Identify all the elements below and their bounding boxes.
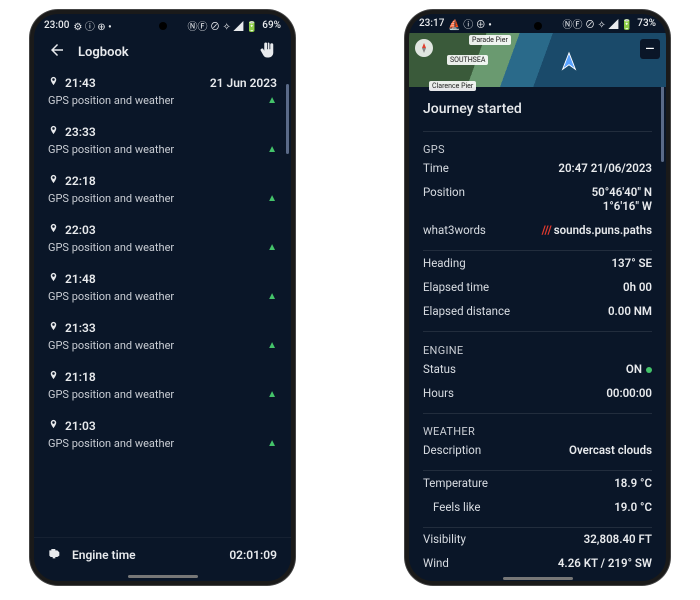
section-header-gps: GPS: [409, 131, 666, 156]
phone-left: 23:00 ⚙ ⓘ ⊕ • ⓃⒻ ⊘ ✧ ◢ 🔋 69% Logbook 21:…: [30, 10, 295, 585]
cloud-sync-icon: ▲: [267, 95, 277, 106]
log-entry[interactable]: 21:03 GPS position and weather ▲: [48, 411, 277, 460]
camera-hole: [534, 22, 542, 30]
status-icons-right: ⓃⒻ ⊘ ✧ ◢ 🔋: [562, 16, 633, 31]
cloud-sync-icon: ▲: [267, 389, 277, 400]
status-battery: 69%: [262, 20, 281, 31]
cloud-sync-icon: ▲: [267, 242, 277, 253]
map-label: Clarence Pier: [429, 81, 476, 91]
cloud-sync-icon: ▲: [267, 291, 277, 302]
entry-time: 21:18: [65, 370, 96, 384]
entry-desc: GPS position and weather: [48, 241, 174, 254]
section-header-engine: ENGINE: [409, 332, 666, 357]
map[interactable]: Parade Pier SOUTHSEA Clarence Pier –: [409, 33, 666, 87]
row-weather-desc: DescriptionOvercast clouds: [409, 438, 666, 462]
footer: Engine time 02:01:09: [34, 537, 291, 571]
status-time: 23:00: [44, 20, 69, 31]
section-header-weather: WEATHER: [409, 413, 666, 438]
status-icons-left: ⚙ ⓘ ⊕ •: [73, 18, 111, 33]
pin-icon: [48, 370, 59, 384]
log-entry[interactable]: 21:48 GPS position and weather ▲: [48, 264, 277, 313]
log-entry[interactable]: 21:43 21 Jun 2023 GPS position and weather…: [48, 68, 277, 117]
section-title: Journey started: [409, 87, 666, 123]
entry-time: 22:03: [65, 223, 96, 237]
log-entry[interactable]: 21:33 GPS position and weather ▲: [48, 313, 277, 362]
pin-icon: [48, 125, 59, 139]
row-temperature: Temperature18.9 °C: [409, 471, 666, 495]
status-dot-icon: [646, 367, 652, 373]
nav-bar[interactable]: [409, 575, 666, 581]
entry-time: 21:03: [65, 419, 96, 433]
cloud-sync-icon: ▲: [267, 144, 277, 155]
phone-right: 23:17 ⛵ ⓘ ⊕ • ⓃⒻ ⊘ ✧ ◢ 🔋 73% Parade Pier…: [405, 10, 670, 585]
row-visibility: Visibility32,808.40 FT: [409, 527, 666, 551]
log-entry[interactable]: 22:03 GPS position and weather ▲: [48, 215, 277, 264]
entry-desc: GPS position and weather: [48, 94, 174, 107]
pin-icon: [48, 272, 59, 286]
entry-desc: GPS position and weather: [48, 192, 174, 205]
location-arrow-icon: [558, 51, 580, 77]
camera-hole: [159, 22, 167, 30]
cloud-sync-icon: ▲: [267, 438, 277, 449]
entry-desc: GPS position and weather: [48, 437, 174, 450]
row-wind: Wind4.26 KT / 219° SW: [409, 551, 666, 575]
engine-icon: [48, 547, 64, 562]
row-elapsed-time: Elapsed time0h 00: [409, 275, 666, 299]
header: Logbook: [34, 36, 291, 68]
cloud-sync-icon: ▲: [267, 340, 277, 351]
status-icons-right: ⓃⒻ ⊘ ✧ ◢ 🔋: [187, 18, 258, 33]
row-time: Time20:47 21/06/2023: [409, 156, 666, 180]
entry-date: 21 Jun 2023: [210, 76, 277, 90]
row-elapsed-distance: Elapsed distance0.00 NM: [409, 299, 666, 323]
status-icons-left: ⛵ ⓘ ⊕ •: [448, 16, 491, 31]
hand-icon[interactable]: [259, 41, 277, 63]
entry-desc: GPS position and weather: [48, 388, 174, 401]
scroll-indicator: [286, 84, 289, 154]
row-engine-hours: Hours00:00:00: [409, 381, 666, 405]
footer-value: 02:01:09: [229, 548, 277, 562]
log-entry[interactable]: 23:33 GPS position and weather ▲: [48, 117, 277, 166]
logbook-list[interactable]: 21:43 21 Jun 2023 GPS position and weather…: [34, 68, 291, 537]
status-battery: 73%: [637, 18, 656, 29]
row-feels-like: Feels like19.0 °C: [409, 495, 666, 519]
log-entry[interactable]: 21:18 GPS position and weather ▲: [48, 362, 277, 411]
entry-time: 23:33: [65, 125, 96, 139]
row-heading: Heading137° SE: [409, 251, 666, 275]
pin-icon: [48, 223, 59, 237]
entry-time: 21:43: [65, 76, 96, 90]
row-position: Position50°46'40" N1°6'16" W: [409, 180, 666, 218]
log-entry[interactable]: 22:18 GPS position and weather ▲: [48, 166, 277, 215]
entry-desc: GPS position and weather: [48, 143, 174, 156]
page-title: Logbook: [78, 45, 129, 60]
back-icon[interactable]: [48, 41, 66, 63]
entry-desc: GPS position and weather: [48, 290, 174, 303]
pin-icon: [48, 76, 59, 90]
pin-icon: [48, 419, 59, 433]
cloud-sync-icon: ▲: [267, 193, 277, 204]
row-engine-status: StatusON: [409, 357, 666, 381]
entry-time: 21:48: [65, 272, 96, 286]
nav-bar[interactable]: [34, 571, 291, 581]
row-what3words: what3words///sounds.puns.paths: [409, 218, 666, 242]
compass-icon[interactable]: [415, 39, 433, 57]
footer-label: Engine time: [72, 548, 136, 562]
entry-time: 22:18: [65, 174, 96, 188]
entry-desc: GPS position and weather: [48, 339, 174, 352]
status-time: 23:17: [419, 18, 444, 29]
pin-icon: [48, 174, 59, 188]
minimize-button[interactable]: –: [640, 39, 660, 59]
pin-icon: [48, 321, 59, 335]
map-label: Parade Pier: [469, 35, 511, 45]
entry-time: 21:33: [65, 321, 96, 335]
map-label: SOUTHSEA: [447, 55, 488, 65]
